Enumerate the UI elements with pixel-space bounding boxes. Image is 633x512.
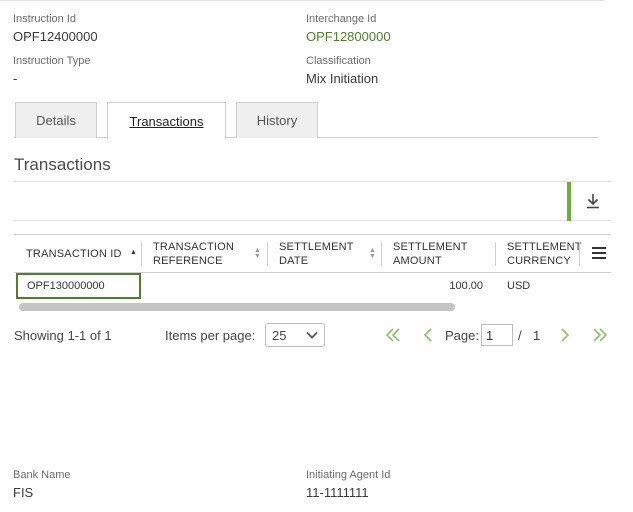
cell-transaction-reference xyxy=(153,273,263,299)
column-label: SETTLEMENT DATE xyxy=(279,241,354,267)
classification-label: Classification xyxy=(306,55,371,67)
table-header: TRANSACTION ID ▲ TRANSACTION REFERENCE ▲… xyxy=(14,234,611,273)
column-label: TRANSACTION REFERENCE xyxy=(153,241,235,267)
bank-name-label: Bank Name xyxy=(13,469,71,481)
double-chevron-left-icon[interactable] xyxy=(385,322,401,348)
instruction-type-value: - xyxy=(13,71,18,86)
chevron-left-icon[interactable] xyxy=(423,322,433,348)
interchange-id-field: Interchange Id OPF12800000 xyxy=(306,12,391,46)
classification-field: Classification Mix Initiation xyxy=(306,54,378,88)
grid-toolbar xyxy=(14,181,611,221)
column-label: TRANSACTION ID xyxy=(26,248,122,260)
cell-settlement-currency: USD xyxy=(507,280,531,292)
total-pages: 1 xyxy=(533,327,541,343)
menu-icon[interactable] xyxy=(592,247,606,259)
pagination-bar: Showing 1-1 of 1 Items per page: 25 Page… xyxy=(0,322,633,348)
column-header-settlement-date[interactable]: SETTLEMENT DATE ▲ ▼ xyxy=(268,235,382,273)
sort-asc-icon: ▲ xyxy=(130,249,138,256)
tab-details-label: Details xyxy=(36,113,76,128)
initiating-agent-value: 11-1111111 xyxy=(306,485,369,500)
tab-bar: Details Transactions History xyxy=(14,102,598,139)
instruction-type-label: Instruction Type xyxy=(13,55,91,67)
instruction-type-field: Instruction Type - xyxy=(13,54,90,88)
instruction-id-value: OPF12400000 xyxy=(13,29,98,44)
items-per-page-select[interactable]: 25 xyxy=(265,322,325,348)
section-title: Transactions xyxy=(14,155,111,174)
sort-icon: ▲ ▼ xyxy=(369,247,377,260)
cell-transaction-id[interactable]: OPF130000000 xyxy=(16,273,141,299)
page-separator: / xyxy=(518,327,522,343)
instruction-id-label: Instruction Id xyxy=(13,13,76,25)
bank-name-field: Bank Name FIS xyxy=(13,468,70,502)
tab-transactions[interactable]: Transactions xyxy=(107,102,226,139)
double-chevron-right-icon[interactable] xyxy=(592,322,608,348)
column-header-transaction-reference[interactable]: TRANSACTION REFERENCE ▲ ▼ xyxy=(142,235,268,273)
toolbar-accent-bar xyxy=(567,182,571,221)
initiating-agent-field: Initiating Agent Id 11-1111111 xyxy=(306,468,390,502)
interchange-id-label: Interchange Id xyxy=(306,13,377,25)
column-label: SETTLEMENT CURRENCY xyxy=(507,241,582,267)
page-label: Page: xyxy=(445,327,479,343)
tab-history[interactable]: History xyxy=(236,102,318,138)
interchange-id-link[interactable]: OPF12800000 xyxy=(306,28,391,46)
bank-name-value: FIS xyxy=(13,485,34,500)
cell-settlement-date xyxy=(279,273,379,299)
table-row[interactable]: OPF130000000 100.00 USD xyxy=(14,273,611,300)
column-separator xyxy=(579,242,580,266)
column-header-settlement-amount[interactable]: SETTLEMENT AMOUNT xyxy=(382,235,496,273)
tab-history-label: History xyxy=(256,113,298,128)
tab-details[interactable]: Details xyxy=(15,102,97,138)
download-icon[interactable] xyxy=(582,190,604,212)
instruction-id-field: Instruction Id OPF12400000 xyxy=(13,12,98,46)
showing-count: Showing 1-1 of 1 xyxy=(14,327,112,343)
cell-settlement-amount: 100.00 xyxy=(449,280,483,292)
initiating-agent-label: Initiating Agent Id xyxy=(306,469,391,481)
page-number-input[interactable] xyxy=(481,324,513,346)
horizontal-scrollbar[interactable] xyxy=(19,303,455,311)
classification-value: Mix Initiation xyxy=(306,71,379,86)
column-label: SETTLEMENT AMOUNT xyxy=(393,241,468,267)
chevron-right-icon[interactable] xyxy=(560,322,570,348)
chevron-down-icon xyxy=(306,331,318,339)
column-header-transaction-id[interactable]: TRANSACTION ID ▲ xyxy=(14,235,142,273)
items-per-page-value: 25 xyxy=(272,327,287,343)
sort-icon: ▲ ▼ xyxy=(254,247,262,260)
tab-transactions-label: Transactions xyxy=(129,113,204,129)
items-per-page-label: Items per page: xyxy=(165,327,256,343)
column-header-settlement-currency[interactable]: SETTLEMENT CURRENCY xyxy=(496,235,582,273)
top-divider xyxy=(0,0,604,1)
